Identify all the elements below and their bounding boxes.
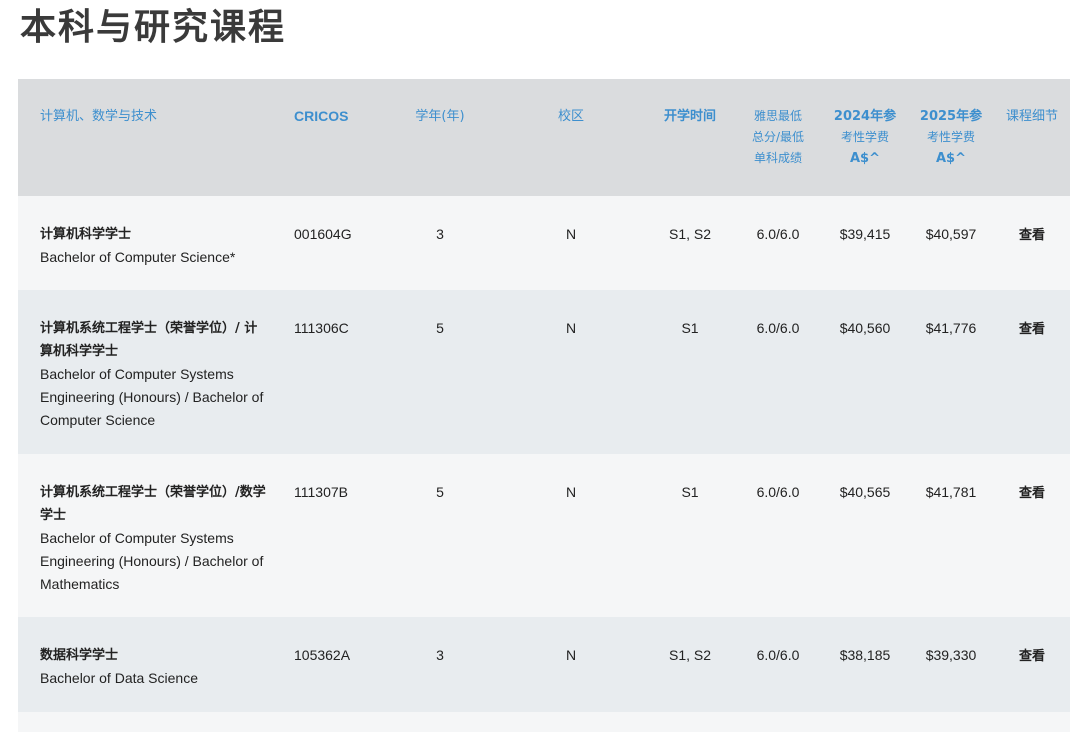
- course-details-cell: 查看: [994, 617, 1070, 712]
- course-name-cell: 计算机系统工程学士（荣誉学位）/ 计算机科学学士 Bachelor of Com…: [18, 290, 274, 454]
- header-fee-2025-line-3: A$^: [936, 151, 966, 166]
- header-ielts: 雅思最低 总分/最低 单科成绩: [734, 79, 822, 196]
- header-fee-2024-line-3: A$^: [850, 151, 880, 166]
- table-row-partial-cell: [18, 712, 1070, 732]
- table-body: 计算机科学学士 Bachelor of Computer Science* 00…: [18, 196, 1070, 732]
- header-fee-2024-line-1: 2024年参: [833, 109, 897, 124]
- course-ielts: 6.0/6.0: [756, 647, 800, 663]
- course-fee-2025: $41,776: [925, 320, 977, 336]
- course-name-zh: 计算机科学学士: [40, 227, 132, 242]
- course-name-cell: 数据科学学士 Bachelor of Data Science: [18, 617, 274, 712]
- table-row: 计算机系统工程学士（荣誉学位）/数学学士 Bachelor of Compute…: [18, 454, 1070, 617]
- header-ielts-line-3: 单科成绩: [753, 151, 802, 165]
- view-details-link[interactable]: 查看: [1019, 649, 1045, 664]
- course-campus: N: [565, 647, 577, 663]
- header-ielts-line-1: 雅思最低: [753, 109, 802, 123]
- header-cricos: CRICOS: [294, 108, 349, 124]
- course-name-zh: 数据科学学士: [40, 648, 119, 663]
- course-fee-2025: $39,330: [925, 647, 977, 663]
- course-name-cell: 计算机系统工程学士（荣誉学位）/数学学士 Bachelor of Compute…: [18, 454, 274, 617]
- course-name-zh: 计算机系统工程学士（荣誉学位）/数学学士: [40, 485, 266, 523]
- header-category: 计算机、数学与技术: [40, 109, 158, 124]
- course-details-cell: 查看: [994, 196, 1070, 290]
- course-intake: S1, S2: [668, 226, 712, 242]
- page: 本科与研究课程 计算机、数学与技术 CRICOS 学年(年) 校区 开学时间 雅…: [0, 0, 1080, 732]
- cricos-code: 001604G: [294, 226, 352, 242]
- course-ielts: 6.0/6.0: [756, 320, 800, 336]
- course-fee-2024: $38,185: [839, 647, 891, 663]
- course-fee-2024: $40,560: [839, 320, 891, 336]
- course-table: 计算机、数学与技术 CRICOS 学年(年) 校区 开学时间 雅思最低 总分/最…: [18, 79, 1070, 732]
- course-details-cell: 查看: [994, 454, 1070, 617]
- page-title: 本科与研究课程: [20, 7, 287, 48]
- course-intake: S1: [681, 320, 699, 336]
- course-years: 3: [436, 647, 444, 663]
- course-name-zh: 计算机系统工程学士（荣誉学位）/ 计算机科学学士: [40, 321, 258, 359]
- course-years: 3: [436, 226, 444, 242]
- header-fee-2024-line-2: 考性学费: [840, 130, 889, 144]
- table-row-partial: [18, 712, 1070, 732]
- course-intake: S1: [681, 484, 699, 500]
- course-name-en: Bachelor of Data Science: [40, 670, 198, 686]
- course-campus: N: [565, 226, 577, 242]
- table-row: 数据科学学士 Bachelor of Data Science 105362A …: [18, 617, 1070, 712]
- course-details-cell: 查看: [994, 290, 1070, 454]
- course-years: 5: [436, 484, 444, 500]
- header-campus: 校区: [557, 109, 584, 124]
- course-fee-2024: $40,565: [839, 484, 891, 500]
- table-row: 计算机科学学士 Bachelor of Computer Science* 00…: [18, 196, 1070, 290]
- view-details-link[interactable]: 查看: [1019, 228, 1045, 243]
- header-fee-2024: 2024年参 考性学费 A$^: [822, 79, 908, 196]
- table-row: 计算机系统工程学士（荣誉学位）/ 计算机科学学士 Bachelor of Com…: [18, 290, 1070, 454]
- course-campus: N: [565, 484, 577, 500]
- header-details: 课程细节: [1005, 109, 1058, 124]
- course-ielts: 6.0/6.0: [756, 484, 800, 500]
- course-ielts: 6.0/6.0: [756, 226, 800, 242]
- course-years: 5: [436, 320, 444, 336]
- course-fee-2025: $41,781: [925, 484, 977, 500]
- course-name-cell: 计算机科学学士 Bachelor of Computer Science*: [18, 196, 274, 290]
- course-fee-2025: $40,597: [925, 226, 977, 242]
- cricos-code: 111306C: [294, 320, 349, 336]
- header-years: 学年(年): [415, 109, 465, 124]
- course-name-en: Bachelor of Computer Systems Engineering…: [40, 530, 264, 592]
- view-details-link[interactable]: 查看: [1019, 486, 1045, 501]
- course-name-en: Bachelor of Computer Systems Engineering…: [40, 366, 264, 428]
- course-campus: N: [565, 320, 577, 336]
- cricos-code: 111307B: [294, 484, 348, 500]
- header-fee-2025-line-1: 2025年参: [919, 109, 983, 124]
- header-fee-2025-line-2: 考性学费: [926, 130, 975, 144]
- course-fee-2024: $39,415: [839, 226, 891, 242]
- cricos-code: 105362A: [294, 647, 351, 663]
- header-fee-2025: 2025年参 考性学费 A$^: [908, 79, 994, 196]
- table-header: 计算机、数学与技术 CRICOS 学年(年) 校区 开学时间 雅思最低 总分/最…: [18, 79, 1070, 196]
- header-intake: 开学时间: [663, 109, 716, 124]
- course-intake: S1, S2: [668, 647, 712, 663]
- header-ielts-line-2: 总分/最低: [751, 130, 805, 144]
- course-name-en: Bachelor of Computer Science*: [40, 249, 236, 265]
- view-details-link[interactable]: 查看: [1019, 322, 1045, 337]
